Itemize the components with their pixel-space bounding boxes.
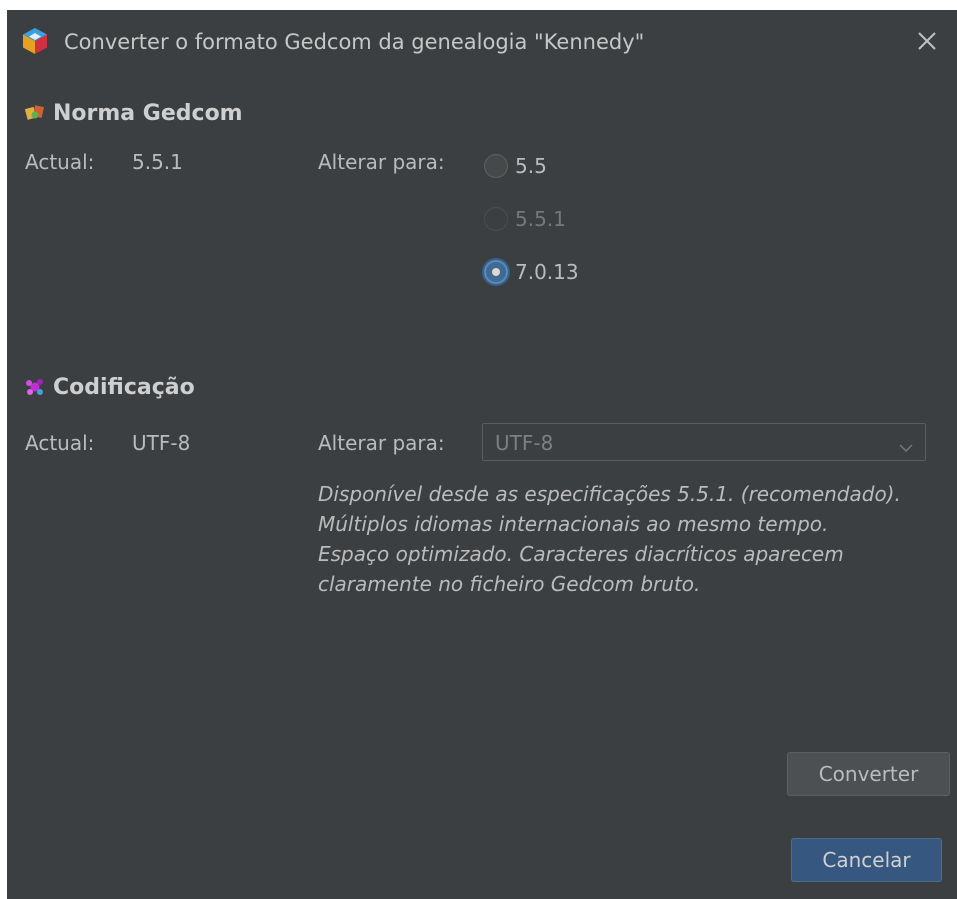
radio-option-5-5-1: 5.5.1 [484,203,566,235]
radio-label: 7.0.13 [515,260,579,284]
encoding-description: Disponível desde as especificações 5.5.1… [318,479,957,599]
description-line: Espaço optimizado. Caracteres diacrítico… [318,542,844,566]
ancestris-cube-icon [22,27,48,55]
encoding-select[interactable]: UTF-8 [482,423,926,461]
section-codificacao: Codificação [25,375,195,400]
convert-button[interactable]: Converter [787,752,950,796]
convert-gedcom-dialog: Converter o formato Gedcom da genealogia… [7,10,957,899]
radio-option-7-0-13[interactable]: 7.0.13 [484,256,579,288]
dialog-title: Converter o formato Gedcom da genealogia… [64,30,645,54]
norma-current-value: 5.5.1 [132,150,183,174]
codificacao-current-label: Actual: [25,431,95,455]
chevron-down-icon[interactable] [899,438,913,453]
radio-button[interactable] [484,154,508,178]
cancel-button[interactable]: Cancelar [791,838,942,882]
section-title-text: Norma Gedcom [53,101,243,126]
description-line: Disponível desde as especificações 5.5.1… [318,482,901,506]
encoding-icon [25,377,45,397]
section-norma-gedcom: Norma Gedcom [24,101,243,126]
codificacao-current-value: UTF-8 [132,431,191,455]
codificacao-change-label: Alterar para: [318,431,445,455]
description-line: claramente no ficheiro Gedcom bruto. [318,572,701,596]
radio-button [484,207,508,231]
radio-button[interactable] [484,260,508,284]
gedcom-norm-icon [24,103,45,123]
encoding-select-value: UTF-8 [495,431,554,455]
description-line: Múltiplos idiomas internacionais ao mesm… [318,512,829,536]
title-bar: Converter o formato Gedcom da genealogia… [7,10,957,78]
radio-label: 5.5 [515,154,547,178]
norma-change-label: Alterar para: [318,150,445,174]
radio-label: 5.5.1 [515,207,566,231]
norma-current-label: Actual: [25,150,95,174]
close-icon[interactable] [915,29,939,53]
radio-option-5-5[interactable]: 5.5 [484,150,547,182]
section-title-text: Codificação [53,375,195,400]
